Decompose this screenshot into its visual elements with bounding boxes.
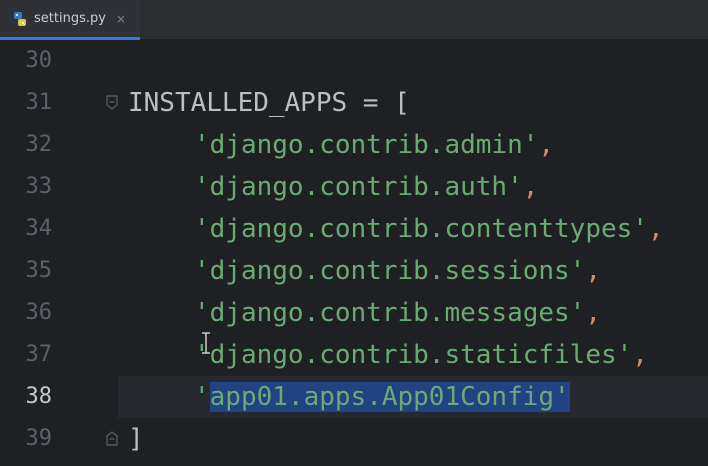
code-text: 'django.contrib.contenttypes',: [194, 214, 664, 244]
code-line: 37 'django.contrib.staticfiles',: [0, 334, 708, 376]
code-string-quote: ': [194, 382, 210, 412]
line-number: 33: [25, 174, 53, 199]
code-text: ]: [128, 424, 144, 454]
code-string: 'django.contrib.contenttypes': [194, 214, 648, 244]
line-number: 39: [25, 426, 53, 451]
comma-punctuation: ,: [522, 172, 539, 202]
close-icon[interactable]: ×: [116, 12, 126, 26]
selected-text: app01.apps.App01Config': [209, 382, 570, 412]
code-text: INSTALLED_APPS = [: [128, 88, 410, 118]
line-number: 38: [25, 384, 53, 409]
code-line: 30: [0, 40, 708, 82]
code-text: 'app01.apps.App01Config': [194, 382, 570, 412]
tab-label: settings.py: [34, 11, 106, 26]
comma-punctuation: ,: [632, 340, 648, 370]
line-number: 36: [25, 300, 53, 325]
code-string: 'django.contrib.sessions': [194, 256, 586, 286]
editor-tab-bar: settings.py ×: [0, 0, 708, 40]
line-number: 34: [25, 216, 53, 241]
comma-punctuation: ,: [538, 130, 555, 160]
comma-punctuation: ,: [585, 256, 601, 286]
code-line: 36 'django.contrib.messages',: [0, 292, 708, 334]
code-line: 34 'django.contrib.contenttypes',: [0, 208, 708, 250]
line-number: 31: [25, 90, 53, 115]
tab-settings-py[interactable]: settings.py ×: [0, 0, 140, 40]
code-editor[interactable]: 30 31 INSTALLED_APPS = [ 32 'django.cont…: [0, 40, 708, 466]
code-text: 'django.contrib.admin',: [194, 130, 554, 160]
line-number: 30: [25, 48, 53, 73]
line-number: 37: [25, 342, 53, 367]
comma-punctuation: ,: [585, 298, 601, 328]
ide-window: settings.py × 30 31 INSTALLED_APPS = [ 3…: [0, 0, 708, 466]
code-text: 'django.contrib.staticfiles',: [194, 340, 648, 370]
code-string: 'django.contrib.messages': [194, 298, 586, 328]
code-line-current: 38 'app01.apps.App01Config': [0, 376, 708, 418]
mouse-ibeam-cursor-icon: [201, 332, 211, 354]
line-number: 32: [25, 132, 53, 157]
code-line: 33 'django.contrib.auth',: [0, 166, 708, 208]
fold-icon[interactable]: [105, 95, 119, 111]
code-string: 'django.contrib.auth': [194, 172, 523, 202]
fold-end-icon[interactable]: [105, 430, 119, 446]
code-text: 'django.contrib.auth',: [194, 172, 538, 202]
code-string: 'django.contrib.admin': [194, 130, 539, 160]
code-line: 31 INSTALLED_APPS = [: [0, 82, 708, 124]
code-text: 'django.contrib.messages',: [194, 298, 601, 328]
code-line: 39 ]: [0, 418, 708, 460]
code-line: 35 'django.contrib.sessions',: [0, 250, 708, 292]
line-number: 35: [25, 258, 53, 283]
code-text: 'django.contrib.sessions',: [194, 256, 601, 286]
code-string: 'django.contrib.staticfiles': [194, 340, 633, 370]
python-file-icon: [12, 11, 28, 27]
code-line: 32 'django.contrib.admin',: [0, 124, 708, 166]
comma-punctuation: ,: [647, 214, 664, 244]
